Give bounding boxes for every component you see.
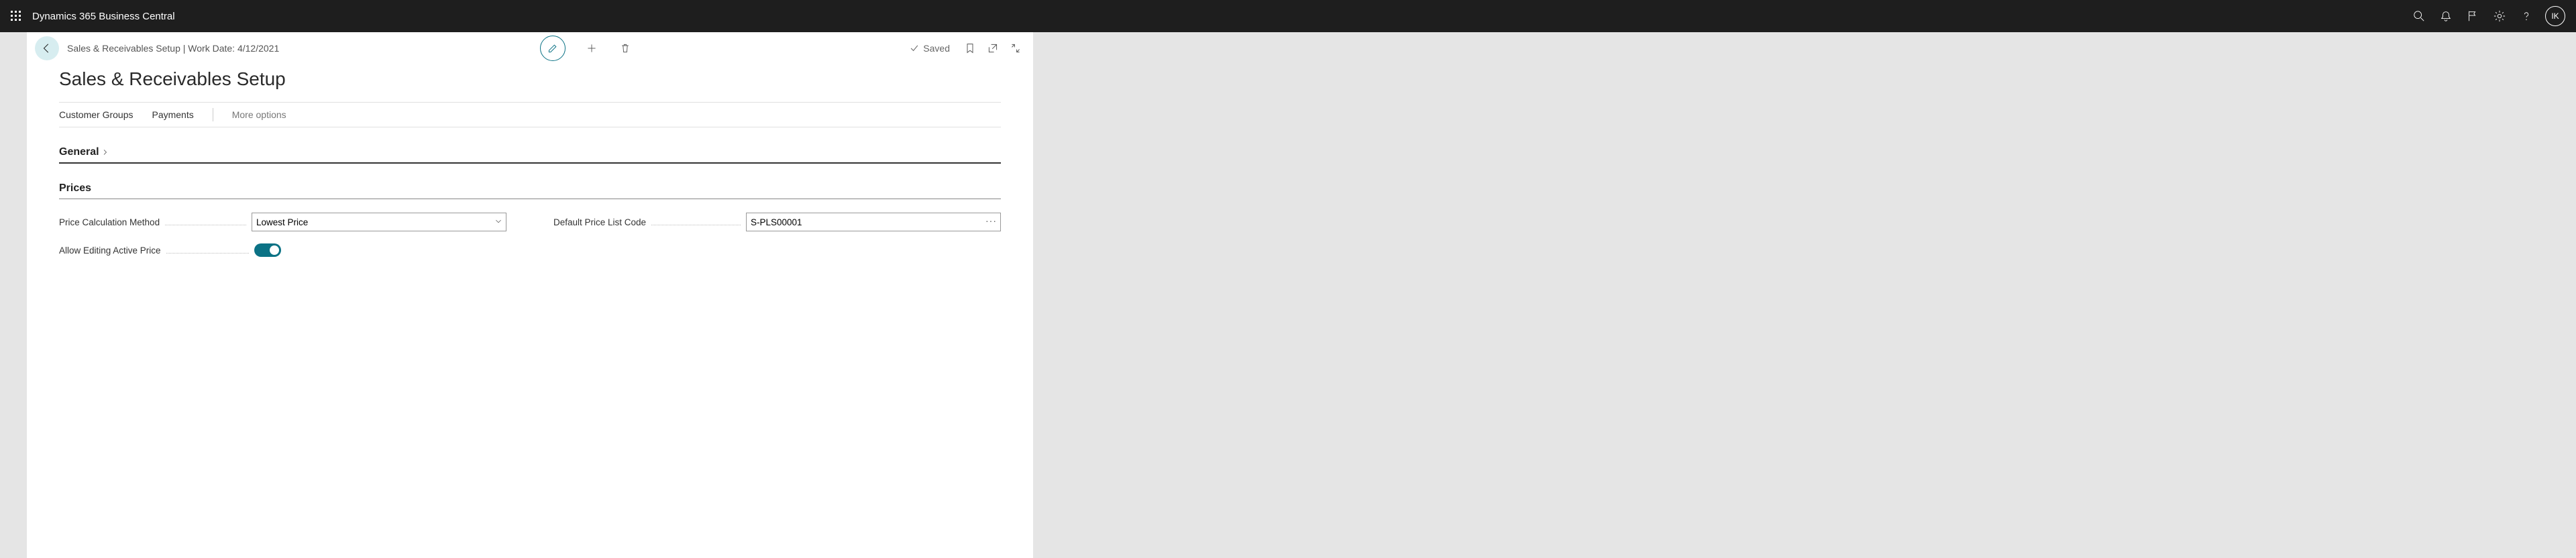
select-price-calc-method[interactable]: Lowest Price — [252, 213, 506, 231]
label-default-price-list: Default Price List Code — [553, 217, 646, 227]
search-icon[interactable] — [2406, 0, 2432, 32]
collapse-icon[interactable] — [1009, 42, 1022, 55]
top-bar: Dynamics 365 Business Central IK — [0, 0, 2576, 32]
app-title: Dynamics 365 Business Central — [32, 11, 175, 22]
toggle-knob — [270, 245, 279, 255]
input-default-price-list[interactable] — [746, 213, 1001, 231]
help-icon[interactable] — [2513, 0, 2540, 32]
flag-icon[interactable] — [2459, 0, 2486, 32]
chevron-right-icon — [102, 149, 109, 156]
page-title: Sales & Receivables Setup — [59, 68, 1001, 90]
page: Sales & Receivables Setup | Work Date: 4… — [27, 32, 1033, 558]
tab-customer-groups[interactable]: Customer Groups — [59, 109, 133, 120]
more-options[interactable]: More options — [232, 109, 286, 120]
back-button[interactable] — [35, 36, 59, 60]
prices-form: Price Calculation Method Lowest Price De… — [59, 213, 1001, 257]
dots — [165, 219, 246, 225]
right-gutter — [1033, 32, 2576, 558]
dots — [651, 219, 741, 225]
section-general-label: General — [59, 146, 99, 158]
notifications-icon[interactable] — [2432, 0, 2459, 32]
left-gutter — [0, 32, 27, 558]
field-price-calc-method: Price Calculation Method Lowest Price — [59, 213, 506, 231]
field-allow-editing: Allow Editing Active Price — [59, 243, 506, 257]
label-price-calc-method: Price Calculation Method — [59, 217, 160, 227]
app-launcher-icon[interactable] — [5, 5, 27, 27]
popout-icon[interactable] — [986, 42, 1000, 55]
header-actions — [540, 36, 633, 61]
lookup-icon[interactable]: ··· — [985, 215, 997, 226]
toggle-allow-editing[interactable] — [254, 243, 281, 257]
field-default-price-list: Default Price List Code ··· — [553, 213, 1001, 231]
input-default-price-list-wrap: ··· — [746, 213, 1001, 231]
tab-payments[interactable]: Payments — [152, 109, 193, 120]
section-prices-label: Prices — [59, 182, 91, 194]
page-header-row: Sales & Receivables Setup | Work Date: 4… — [27, 32, 1033, 64]
bookmark-icon[interactable] — [963, 42, 977, 55]
edit-icon[interactable] — [540, 36, 566, 61]
action-tabs: Customer Groups Payments More options — [59, 102, 1001, 127]
new-icon[interactable] — [584, 41, 599, 56]
section-general[interactable]: General — [59, 146, 1001, 164]
saved-label: Saved — [923, 43, 950, 54]
saved-indicator: Saved — [910, 43, 950, 54]
select-price-calc-method-wrap: Lowest Price — [252, 213, 506, 231]
label-allow-editing: Allow Editing Active Price — [59, 245, 161, 256]
breadcrumb: Sales & Receivables Setup | Work Date: 4… — [67, 43, 279, 54]
page-right-icons — [963, 42, 1022, 55]
user-avatar[interactable]: IK — [2545, 6, 2565, 26]
dots — [166, 247, 249, 254]
content: Sales & Receivables Setup Customer Group… — [27, 64, 1033, 284]
section-prices[interactable]: Prices — [59, 182, 1001, 199]
delete-icon[interactable] — [618, 41, 633, 56]
user-initials: IK — [2551, 11, 2559, 21]
settings-icon[interactable] — [2486, 0, 2513, 32]
